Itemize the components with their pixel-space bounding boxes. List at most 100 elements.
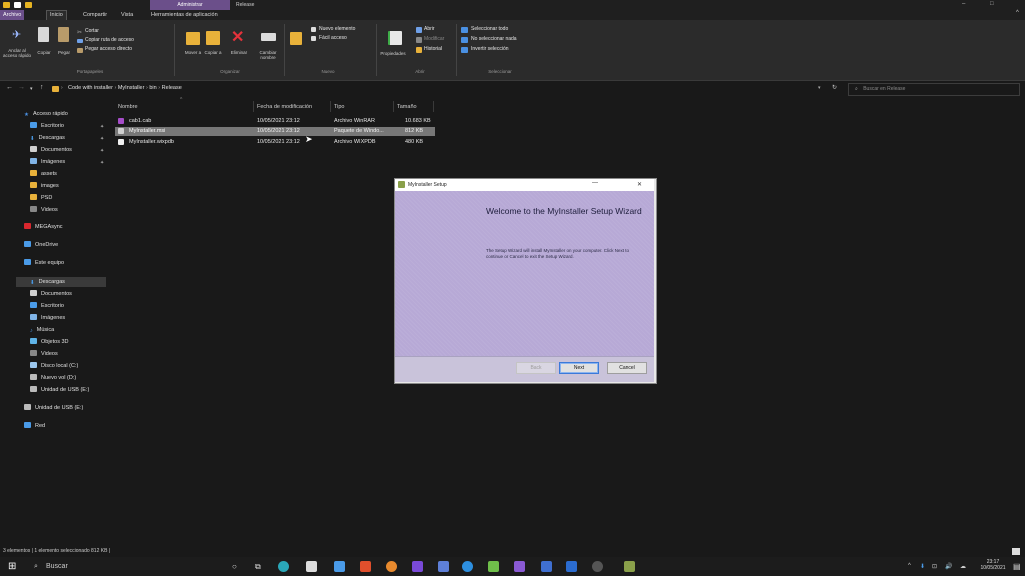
open-button[interactable]: Abrir [424, 25, 435, 34]
crumb-code-with-installer[interactable]: Code with installer [68, 85, 113, 91]
easy-access-button[interactable]: Fácil acceso [319, 34, 347, 43]
select-none-button[interactable]: No seleccionar nada [471, 35, 517, 44]
firefox-icon[interactable] [386, 561, 397, 572]
nav-megasync[interactable]: MEGAsync [24, 222, 63, 232]
taskbar-search-label[interactable]: Buscar [46, 563, 68, 570]
tab-compartir[interactable]: Compartir [80, 10, 110, 20]
cortana-icon[interactable]: ○ [232, 562, 237, 571]
app-icon[interactable] [462, 561, 473, 572]
column-header-tipo[interactable]: Tipo [334, 104, 345, 110]
refresh-icon[interactable]: ↻ [832, 84, 837, 91]
installer-taskbar-icon[interactable] [624, 561, 635, 572]
paste-shortcut-button[interactable]: Pegar acceso directo [85, 45, 132, 54]
app-icon[interactable] [541, 561, 552, 572]
nav-escritorio[interactable]: Escritorio [30, 121, 64, 131]
photos-icon[interactable] [334, 561, 345, 572]
tray-download-icon[interactable]: ⬇ [920, 563, 925, 570]
notifications-icon[interactable]: ▤ [1013, 562, 1021, 571]
app-icon[interactable] [488, 561, 499, 572]
task-view-icon[interactable]: ⧉ [255, 562, 261, 572]
details-view-icon[interactable] [1012, 548, 1020, 555]
network-tray-icon[interactable]: ⊡ [932, 563, 937, 570]
up-icon[interactable]: ↑ [40, 84, 44, 91]
crumb-bin[interactable]: bin [149, 85, 156, 91]
nav-pc-disco-d[interactable]: Nuevo vol (D:) [30, 373, 76, 383]
forward-icon[interactable]: → [18, 84, 25, 91]
new-item-button[interactable]: Nuevo elemento [319, 25, 355, 34]
select-all-button[interactable]: Seleccionar todo [471, 25, 508, 34]
onedrive-tray-icon[interactable]: ☁ [960, 563, 966, 570]
back-icon[interactable]: ← [6, 84, 13, 91]
dialog-minimize-button[interactable]: — [592, 180, 598, 186]
tab-inicio[interactable]: Inicio [46, 10, 67, 20]
next-button[interactable]: Next [559, 362, 599, 374]
new-folder-icon[interactable] [25, 2, 32, 8]
nav-red[interactable]: Red [24, 421, 45, 431]
maximize-button[interactable]: □ [990, 1, 994, 7]
copy-button[interactable]: Copiar [34, 50, 54, 55]
dialog-close-button[interactable]: ✕ [637, 181, 642, 188]
nav-usb-e[interactable]: Unidad de USB (E:) [24, 403, 83, 413]
nav-este-equipo[interactable]: Este equipo [24, 258, 64, 268]
nav-pc-documentos[interactable]: Documentos [30, 289, 72, 299]
nav-pc-descargas[interactable]: ⬇ Descargas [30, 277, 65, 287]
clock[interactable]: 23:17 10/05/2021 [978, 559, 1008, 571]
tab-vista[interactable]: Vista [118, 10, 136, 20]
app-icon[interactable] [438, 561, 449, 572]
edge-icon[interactable] [278, 561, 289, 572]
nav-descargas[interactable]: ⬇ Descargas [30, 133, 65, 143]
nav-images[interactable]: images [30, 181, 59, 191]
pin-icon[interactable]: ✦ [100, 136, 104, 142]
column-separator[interactable] [330, 101, 331, 112]
vscode-icon[interactable] [514, 561, 525, 572]
cut-button[interactable]: Cortar [85, 27, 99, 36]
column-header-tamano[interactable]: Tamaño [397, 104, 417, 110]
pin-icon[interactable]: ✦ [100, 148, 104, 154]
nav-pc-videos[interactable]: Videos [30, 349, 58, 359]
github-icon[interactable] [592, 561, 603, 572]
nav-imagenes[interactable]: Imágenes [30, 157, 65, 167]
address-history-icon[interactable]: ▾ [818, 85, 821, 91]
copy-to-button[interactable]: Copiar a [201, 50, 225, 55]
rename-button[interactable]: Cambiar nombre [253, 50, 283, 60]
nav-videos[interactable]: Videos [30, 205, 58, 215]
copy-path-button[interactable]: Copiar ruta de acceso [85, 36, 134, 45]
taskbar-search-icon[interactable]: ⌕ [34, 563, 38, 571]
visual-studio-icon[interactable] [412, 561, 423, 572]
invert-selection-button[interactable]: Invertir selección [471, 45, 509, 54]
breadcrumb[interactable]: Code with installer › MyInstaller › bin … [68, 84, 182, 93]
column-separator[interactable] [253, 101, 254, 112]
contextual-tab-administrar[interactable]: Administrar [150, 0, 230, 10]
file-row-selected[interactable]: MyInstaller.msi 10/05/2021 23:12 Paquete… [115, 127, 435, 136]
properties-button[interactable]: Propiedades [376, 51, 410, 56]
file-row[interactable]: MyInstaller.wixpdb 10/05/2021 23:12 Arch… [115, 138, 435, 147]
nav-pc-disco-c[interactable]: Disco local (C:) [30, 361, 78, 371]
windows-start-icon[interactable]: ⊞ [8, 561, 16, 572]
crumb-release[interactable]: Release [162, 85, 182, 91]
pin-icon[interactable]: ✦ [100, 124, 104, 130]
collapse-ribbon-icon[interactable]: ^ [1016, 10, 1019, 16]
edit-button[interactable]: Modificar [424, 35, 444, 44]
cancel-button[interactable]: Cancel [607, 362, 647, 374]
tab-archivo[interactable]: Archivo [0, 10, 25, 20]
save-icon[interactable] [14, 2, 21, 8]
app-icon[interactable] [360, 561, 371, 572]
search-box[interactable]: ⌕ Buscar en Release [848, 83, 1020, 96]
nav-pc-escritorio[interactable]: Escritorio [30, 301, 64, 311]
minimize-button[interactable]: – [962, 1, 965, 7]
chevron-down-icon[interactable]: ▾ [30, 86, 33, 92]
store-icon[interactable] [306, 561, 317, 572]
column-separator[interactable] [393, 101, 394, 112]
delete-button[interactable]: Eliminar [226, 50, 252, 55]
app-icon[interactable] [566, 561, 577, 572]
column-header-nombre[interactable]: Nombre [118, 104, 138, 110]
volume-icon[interactable]: 🔊 [945, 563, 952, 570]
nav-documentos[interactable]: Documentos [30, 145, 72, 155]
nav-assets[interactable]: assets [30, 169, 57, 179]
column-separator[interactable] [433, 101, 434, 112]
back-button[interactable]: Back [516, 362, 556, 374]
paste-button[interactable]: Pegar [54, 50, 74, 55]
tray-chevron-icon[interactable]: ^ [908, 563, 911, 569]
history-button[interactable]: Historial [424, 45, 442, 54]
pin-icon[interactable]: ✦ [100, 160, 104, 166]
